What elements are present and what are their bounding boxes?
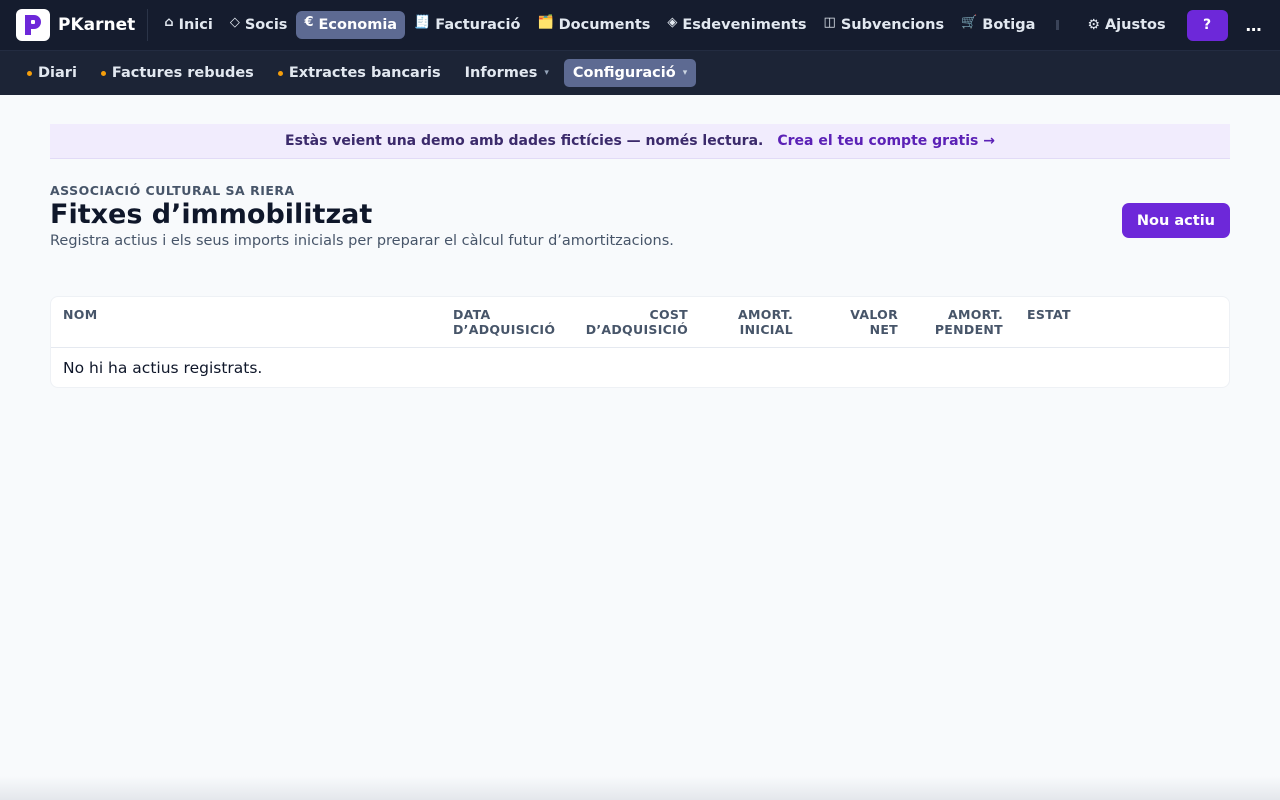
table-header: NOM DATA D’ADQUISICIÓ COST D’ADQUISICIÓ … <box>51 297 1229 348</box>
nav-ajustos[interactable]: ⚙ Ajustos <box>1079 11 1173 39</box>
help-button[interactable]: ? <box>1186 9 1228 41</box>
page-header: ASSOCIACIÓ CULTURAL SA RIERA Fitxes d’im… <box>50 183 1230 249</box>
home-icon: ⌂ <box>164 14 174 30</box>
table-empty-row: No hi ha actius registrats. <box>51 348 1229 387</box>
receipt-icon: 🧾 <box>414 14 431 30</box>
demo-banner-text: Estàs veient una demo amb dades fictície… <box>285 133 764 149</box>
status-dot-icon <box>27 70 32 76</box>
subnav-configuracio[interactable]: Configuració ▾ <box>563 59 697 87</box>
subnav-label: Configuració <box>572 65 676 81</box>
cart-icon: 🛒 <box>961 14 978 30</box>
brand[interactable]: PKarnet <box>16 9 135 41</box>
nav-label: Ajustos <box>1104 17 1166 33</box>
nav-label: Economia <box>318 17 398 33</box>
nav-socis[interactable]: ◇ Socis <box>222 11 296 39</box>
brand-name: PKarnet <box>58 15 136 35</box>
nav-facturacio[interactable]: 🧾 Facturació <box>406 11 528 39</box>
nav-botiga[interactable]: 🛒 Botiga <box>953 11 1043 39</box>
nav-inici[interactable]: ⌂ Inici <box>156 11 221 39</box>
organization-name: ASSOCIACIÓ CULTURAL SA RIERA <box>50 183 295 198</box>
sub-navigation: Diari Factures rebudes Extractes bancari… <box>0 50 1280 95</box>
column-header-amort-pendent[interactable]: AMORT. PENDENT <box>898 307 1003 347</box>
chevron-down-icon: ▾ <box>544 68 549 78</box>
nav-label: Subvencions <box>840 17 945 33</box>
subnav-informes[interactable]: Informes ▾ <box>456 59 558 87</box>
nav-documents[interactable]: 🗂️ Documents <box>529 11 658 39</box>
euro-icon: € <box>304 14 314 30</box>
nav-label: Botiga <box>982 17 1036 33</box>
nav-esdeveniments[interactable]: ◈ Esdeveniments <box>659 11 814 39</box>
page-subtitle: Registra actius i els seus imports inici… <box>50 233 674 249</box>
column-header-valor-net[interactable]: VALOR NET <box>793 307 898 347</box>
brand-logo-icon <box>16 9 50 41</box>
subnav-label: Informes <box>464 65 538 81</box>
folder-icon: 🗂️ <box>537 14 554 30</box>
subnav-label: Extractes bancaris <box>288 65 441 81</box>
nav-subvencions[interactable]: ◫ Subvencions <box>816 11 953 39</box>
nav-label: Esdeveniments <box>682 17 807 33</box>
nav-label: Socis <box>244 17 288 33</box>
diamond-filled-icon: ◈ <box>667 14 678 30</box>
more-menu-button[interactable]: … <box>1246 16 1263 35</box>
subnav-extractes-bancaris[interactable]: Extractes bancaris <box>269 59 450 87</box>
nav-divider <box>147 9 149 41</box>
page-header-text: ASSOCIACIÓ CULTURAL SA RIERA Fitxes d’im… <box>50 183 674 249</box>
nav-label: Inici <box>178 17 213 33</box>
column-header-data-adquisicio[interactable]: DATA D’ADQUISICIÓ <box>441 307 561 347</box>
top-navigation: PKarnet ⌂ Inici ◇ Socis € Economia 🧾 Fac… <box>0 0 1280 50</box>
main-content: Estàs veient una demo amb dades fictície… <box>0 95 1280 388</box>
status-dot-icon <box>100 70 106 76</box>
assets-table: NOM DATA D’ADQUISICIÓ COST D’ADQUISICIÓ … <box>50 296 1230 388</box>
column-header-amort-inicial[interactable]: AMORT. INICIAL <box>688 307 793 347</box>
nav-label: Facturació <box>435 17 521 33</box>
subnav-diari[interactable]: Diari <box>18 59 86 87</box>
bottom-shade <box>0 776 1280 800</box>
column-header-estat[interactable]: ESTAT <box>1003 307 1123 347</box>
nav-label: Documents <box>558 17 651 33</box>
demo-banner: Estàs veient una demo amb dades fictície… <box>50 124 1230 159</box>
subnav-factures-rebudes[interactable]: Factures rebudes <box>92 59 263 87</box>
nav-divider <box>1056 20 1060 30</box>
empty-state-text: No hi ha actius registrats. <box>63 358 263 377</box>
new-asset-button[interactable]: Nou actiu <box>1121 203 1230 238</box>
subnav-label: Factures rebudes <box>111 65 254 81</box>
page-title: Fitxes d’immobilitzat <box>50 199 373 230</box>
column-header-cost-adquisicio[interactable]: COST D’ADQUISICIÓ <box>561 307 688 347</box>
nav-economia[interactable]: € Economia <box>296 11 406 39</box>
column-header-nom[interactable]: NOM <box>51 307 441 347</box>
subnav-label: Diari <box>38 65 77 81</box>
chevron-down-icon: ▾ <box>682 68 688 78</box>
diamond-icon: ◇ <box>229 14 240 30</box>
create-account-link[interactable]: Crea el teu compte gratis → <box>777 133 995 149</box>
gear-icon: ⚙ <box>1087 17 1100 33</box>
status-dot-icon <box>277 70 283 76</box>
book-icon: ◫ <box>823 14 836 30</box>
